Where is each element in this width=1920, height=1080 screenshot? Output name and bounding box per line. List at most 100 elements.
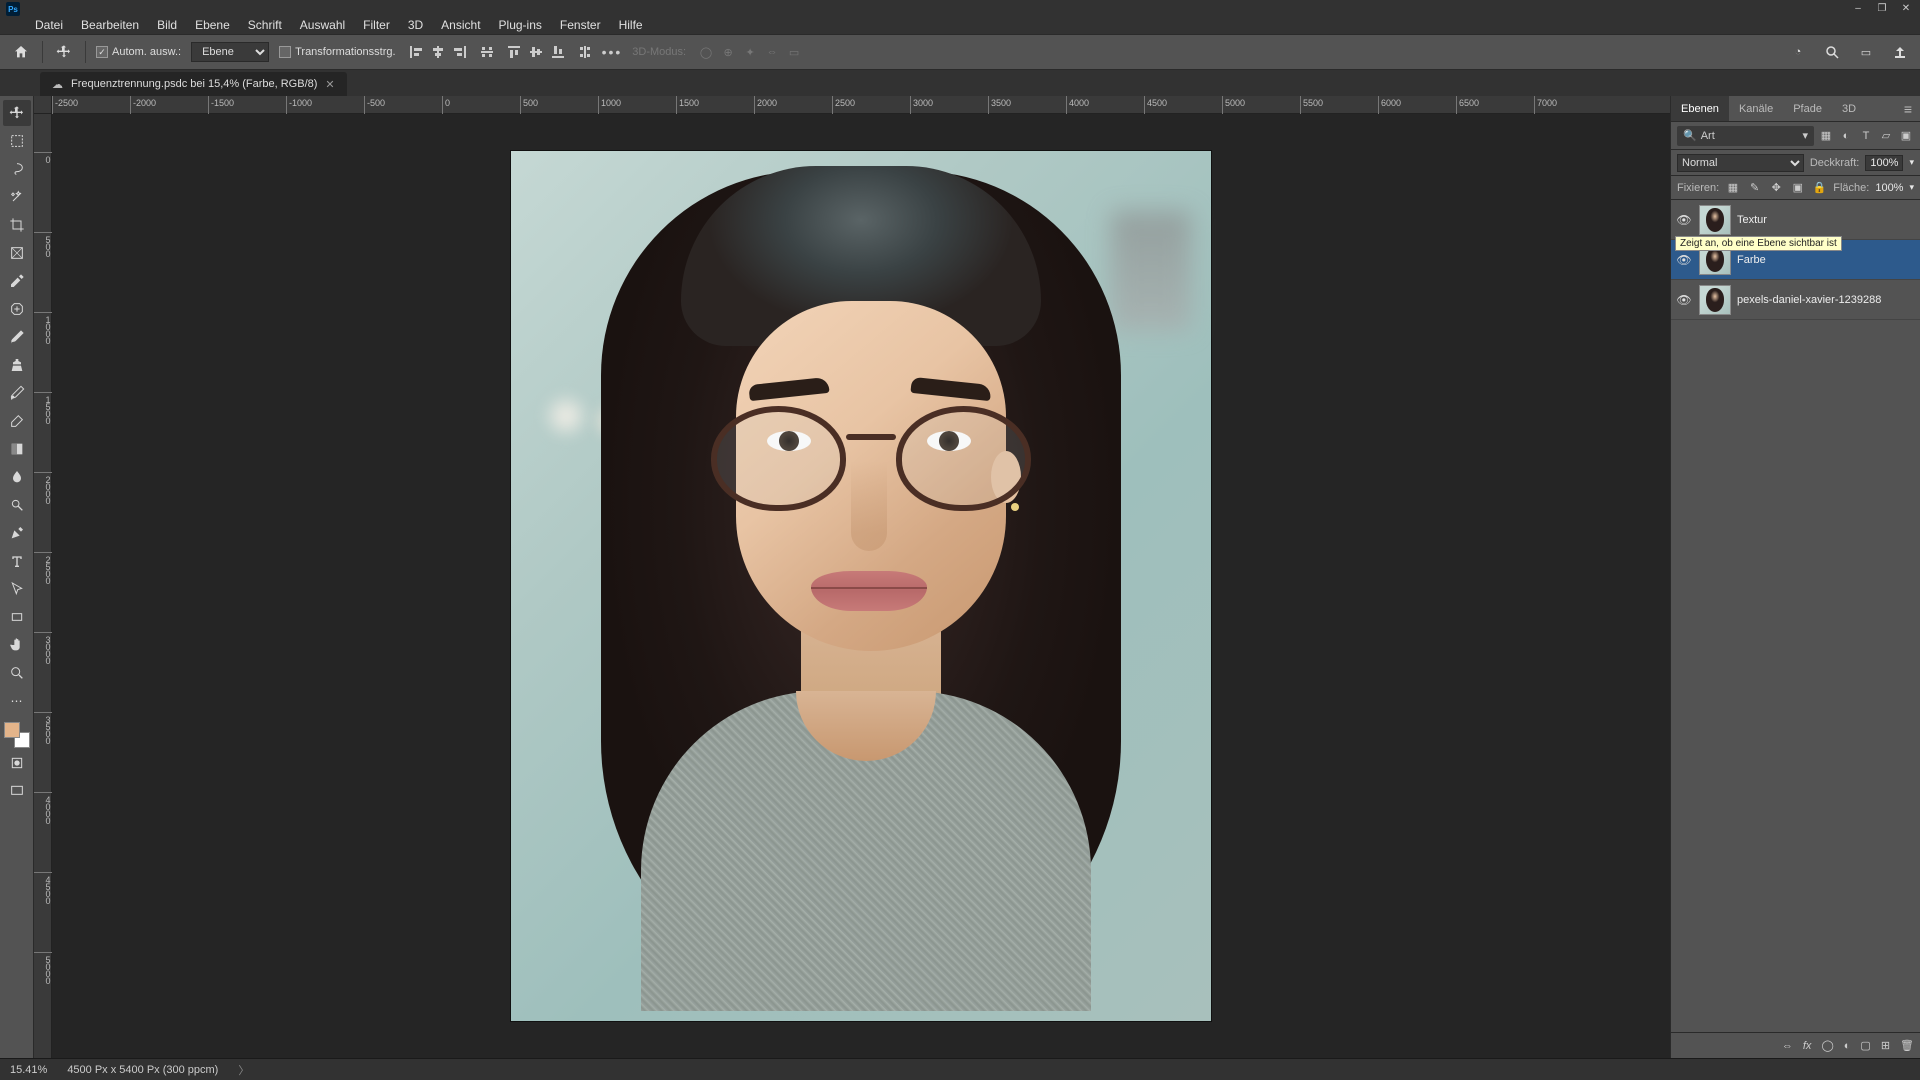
fill-value[interactable]: 100% — [1875, 182, 1903, 194]
align-center-h-icon[interactable] — [428, 42, 448, 62]
dodge-tool[interactable] — [3, 492, 31, 518]
brush-tool[interactable] — [3, 324, 31, 350]
canvas[interactable] — [52, 114, 1670, 1058]
opacity-value[interactable]: 100% — [1865, 155, 1903, 171]
tab-ebenen[interactable]: Ebenen — [1671, 96, 1729, 121]
filter-adjust-icon[interactable]: ◐ — [1838, 128, 1854, 144]
auto-select-checkbox[interactable]: ✓ Autom. ausw.: — [96, 46, 181, 58]
layer-thumbnail[interactable] — [1699, 285, 1731, 315]
align-bottom-icon[interactable] — [548, 42, 568, 62]
more-tools-icon[interactable]: ⋯ — [3, 688, 31, 714]
transform-controls-checkbox[interactable]: Transformationsstrg. — [279, 46, 395, 58]
ruler-horizontal[interactable]: -2500-2000-1500-1000-5000500100015002000… — [52, 96, 1670, 114]
pen-tool[interactable] — [3, 520, 31, 546]
tab-pfade[interactable]: Pfade — [1783, 96, 1832, 121]
adjustment-layer-icon[interactable]: ◐ — [1844, 1040, 1851, 1052]
layer-mask-icon[interactable]: ◯ — [1821, 1039, 1833, 1052]
layer-row[interactable]: 👁 Textur Zeigt an, ob eine Ebene sichtba… — [1671, 200, 1920, 240]
align-left-icon[interactable] — [406, 42, 426, 62]
maximize-button[interactable]: ❐ — [1874, 1, 1890, 15]
frame-tool[interactable] — [3, 240, 31, 266]
share-icon[interactable] — [1890, 42, 1910, 62]
magic-wand-tool[interactable] — [3, 184, 31, 210]
filter-type-icon[interactable]: T — [1858, 128, 1874, 144]
lock-all-icon[interactable]: 🔒 — [1812, 180, 1828, 196]
filter-shape-icon[interactable]: ▱ — [1878, 128, 1894, 144]
close-button[interactable]: ✕ — [1898, 1, 1914, 15]
zoom-tool[interactable] — [3, 660, 31, 686]
distribute-h-icon[interactable] — [480, 45, 494, 59]
healing-brush-tool[interactable] — [3, 296, 31, 322]
hand-tool[interactable] — [3, 632, 31, 658]
layer-name[interactable]: Textur — [1737, 214, 1767, 226]
cloud-docs-icon[interactable]: ◔ — [1788, 42, 1808, 62]
document-tab[interactable]: ☁ Frequenztrennung.psdc bei 15,4% (Farbe… — [40, 72, 347, 96]
lasso-tool[interactable] — [3, 156, 31, 182]
home-icon[interactable] — [10, 41, 32, 63]
layer-select[interactable]: Ebene — [191, 42, 269, 62]
visibility-toggle-icon[interactable]: 👁 — [1675, 253, 1693, 267]
document-image[interactable] — [511, 151, 1211, 1021]
minimize-button[interactable]: – — [1850, 1, 1866, 15]
clone-stamp-tool[interactable] — [3, 352, 31, 378]
path-selection-tool[interactable] — [3, 576, 31, 602]
visibility-toggle-icon[interactable]: 👁 — [1675, 293, 1693, 307]
lock-position-icon[interactable]: ✎ — [1747, 180, 1763, 196]
menu-ansicht[interactable]: Ansicht — [434, 18, 487, 32]
layer-style-icon[interactable]: fx — [1803, 1040, 1812, 1052]
ruler-vertical[interactable]: 0500100015002000250030003500400045005000 — [34, 114, 52, 1058]
blend-mode-select[interactable]: Normal — [1677, 154, 1804, 172]
blur-tool[interactable] — [3, 464, 31, 490]
distribute-v-icon[interactable] — [578, 45, 592, 59]
rectangle-tool[interactable] — [3, 604, 31, 630]
filter-smart-icon[interactable]: ▣ — [1898, 128, 1914, 144]
eraser-tool[interactable] — [3, 408, 31, 434]
layer-name[interactable]: pexels-daniel-xavier-1239288 — [1737, 294, 1881, 306]
menu-fenster[interactable]: Fenster — [553, 18, 608, 32]
align-middle-icon[interactable] — [526, 42, 546, 62]
menu-auswahl[interactable]: Auswahl — [293, 18, 352, 32]
align-top-icon[interactable] — [504, 42, 524, 62]
search-icon[interactable] — [1822, 42, 1842, 62]
zoom-level[interactable]: 15.41% — [10, 1064, 47, 1076]
lock-move-icon[interactable]: ✥ — [1768, 180, 1784, 196]
foreground-color-swatch[interactable] — [4, 722, 20, 738]
tab-3d[interactable]: 3D — [1832, 96, 1866, 121]
panel-menu-icon[interactable]: ≡ — [1896, 96, 1920, 121]
layer-filter-select[interactable]: 🔍 Art ▾ — [1677, 126, 1814, 146]
move-tool-icon[interactable] — [53, 41, 75, 63]
history-brush-tool[interactable] — [3, 380, 31, 406]
marquee-tool[interactable] — [3, 128, 31, 154]
color-swatches[interactable] — [4, 722, 30, 748]
menu-datei[interactable]: Datei — [28, 18, 70, 32]
status-more-icon[interactable]: 〉 — [238, 1062, 249, 1078]
new-layer-icon[interactable]: ⊞ — [1881, 1039, 1890, 1052]
close-tab-icon[interactable]: ✕ — [325, 78, 334, 91]
lock-artboard-icon[interactable]: ▣ — [1790, 180, 1806, 196]
menu-plugins[interactable]: Plug-ins — [492, 18, 549, 32]
workspace-icon[interactable]: ▭ — [1856, 42, 1876, 62]
filter-pixel-icon[interactable]: ▦ — [1818, 128, 1834, 144]
menu-bearbeiten[interactable]: Bearbeiten — [74, 18, 146, 32]
gradient-tool[interactable] — [3, 436, 31, 462]
type-tool[interactable] — [3, 548, 31, 574]
visibility-toggle-icon[interactable]: 👁 — [1675, 213, 1693, 227]
menu-filter[interactable]: Filter — [356, 18, 397, 32]
quick-mask-icon[interactable] — [3, 750, 31, 776]
eyedropper-tool[interactable] — [3, 268, 31, 294]
menu-bild[interactable]: Bild — [150, 18, 184, 32]
delete-layer-icon[interactable]: 🗑 — [1900, 1039, 1914, 1052]
move-tool[interactable] — [3, 100, 31, 126]
menu-hilfe[interactable]: Hilfe — [612, 18, 650, 32]
layer-name[interactable]: Farbe — [1737, 254, 1766, 266]
tab-kanaele[interactable]: Kanäle — [1729, 96, 1783, 121]
document-info[interactable]: 4500 Px x 5400 Px (300 ppcm) — [67, 1064, 218, 1076]
lock-pixels-icon[interactable]: ▦ — [1725, 180, 1741, 196]
menu-ebene[interactable]: Ebene — [188, 18, 237, 32]
link-layers-icon[interactable]: ⇔ — [1782, 1040, 1793, 1052]
menu-schrift[interactable]: Schrift — [241, 18, 289, 32]
layer-row[interactable]: 👁 pexels-daniel-xavier-1239288 — [1671, 280, 1920, 320]
screen-mode-icon[interactable] — [3, 778, 31, 804]
menu-3d[interactable]: 3D — [401, 18, 430, 32]
group-layers-icon[interactable]: ▢ — [1860, 1039, 1870, 1052]
